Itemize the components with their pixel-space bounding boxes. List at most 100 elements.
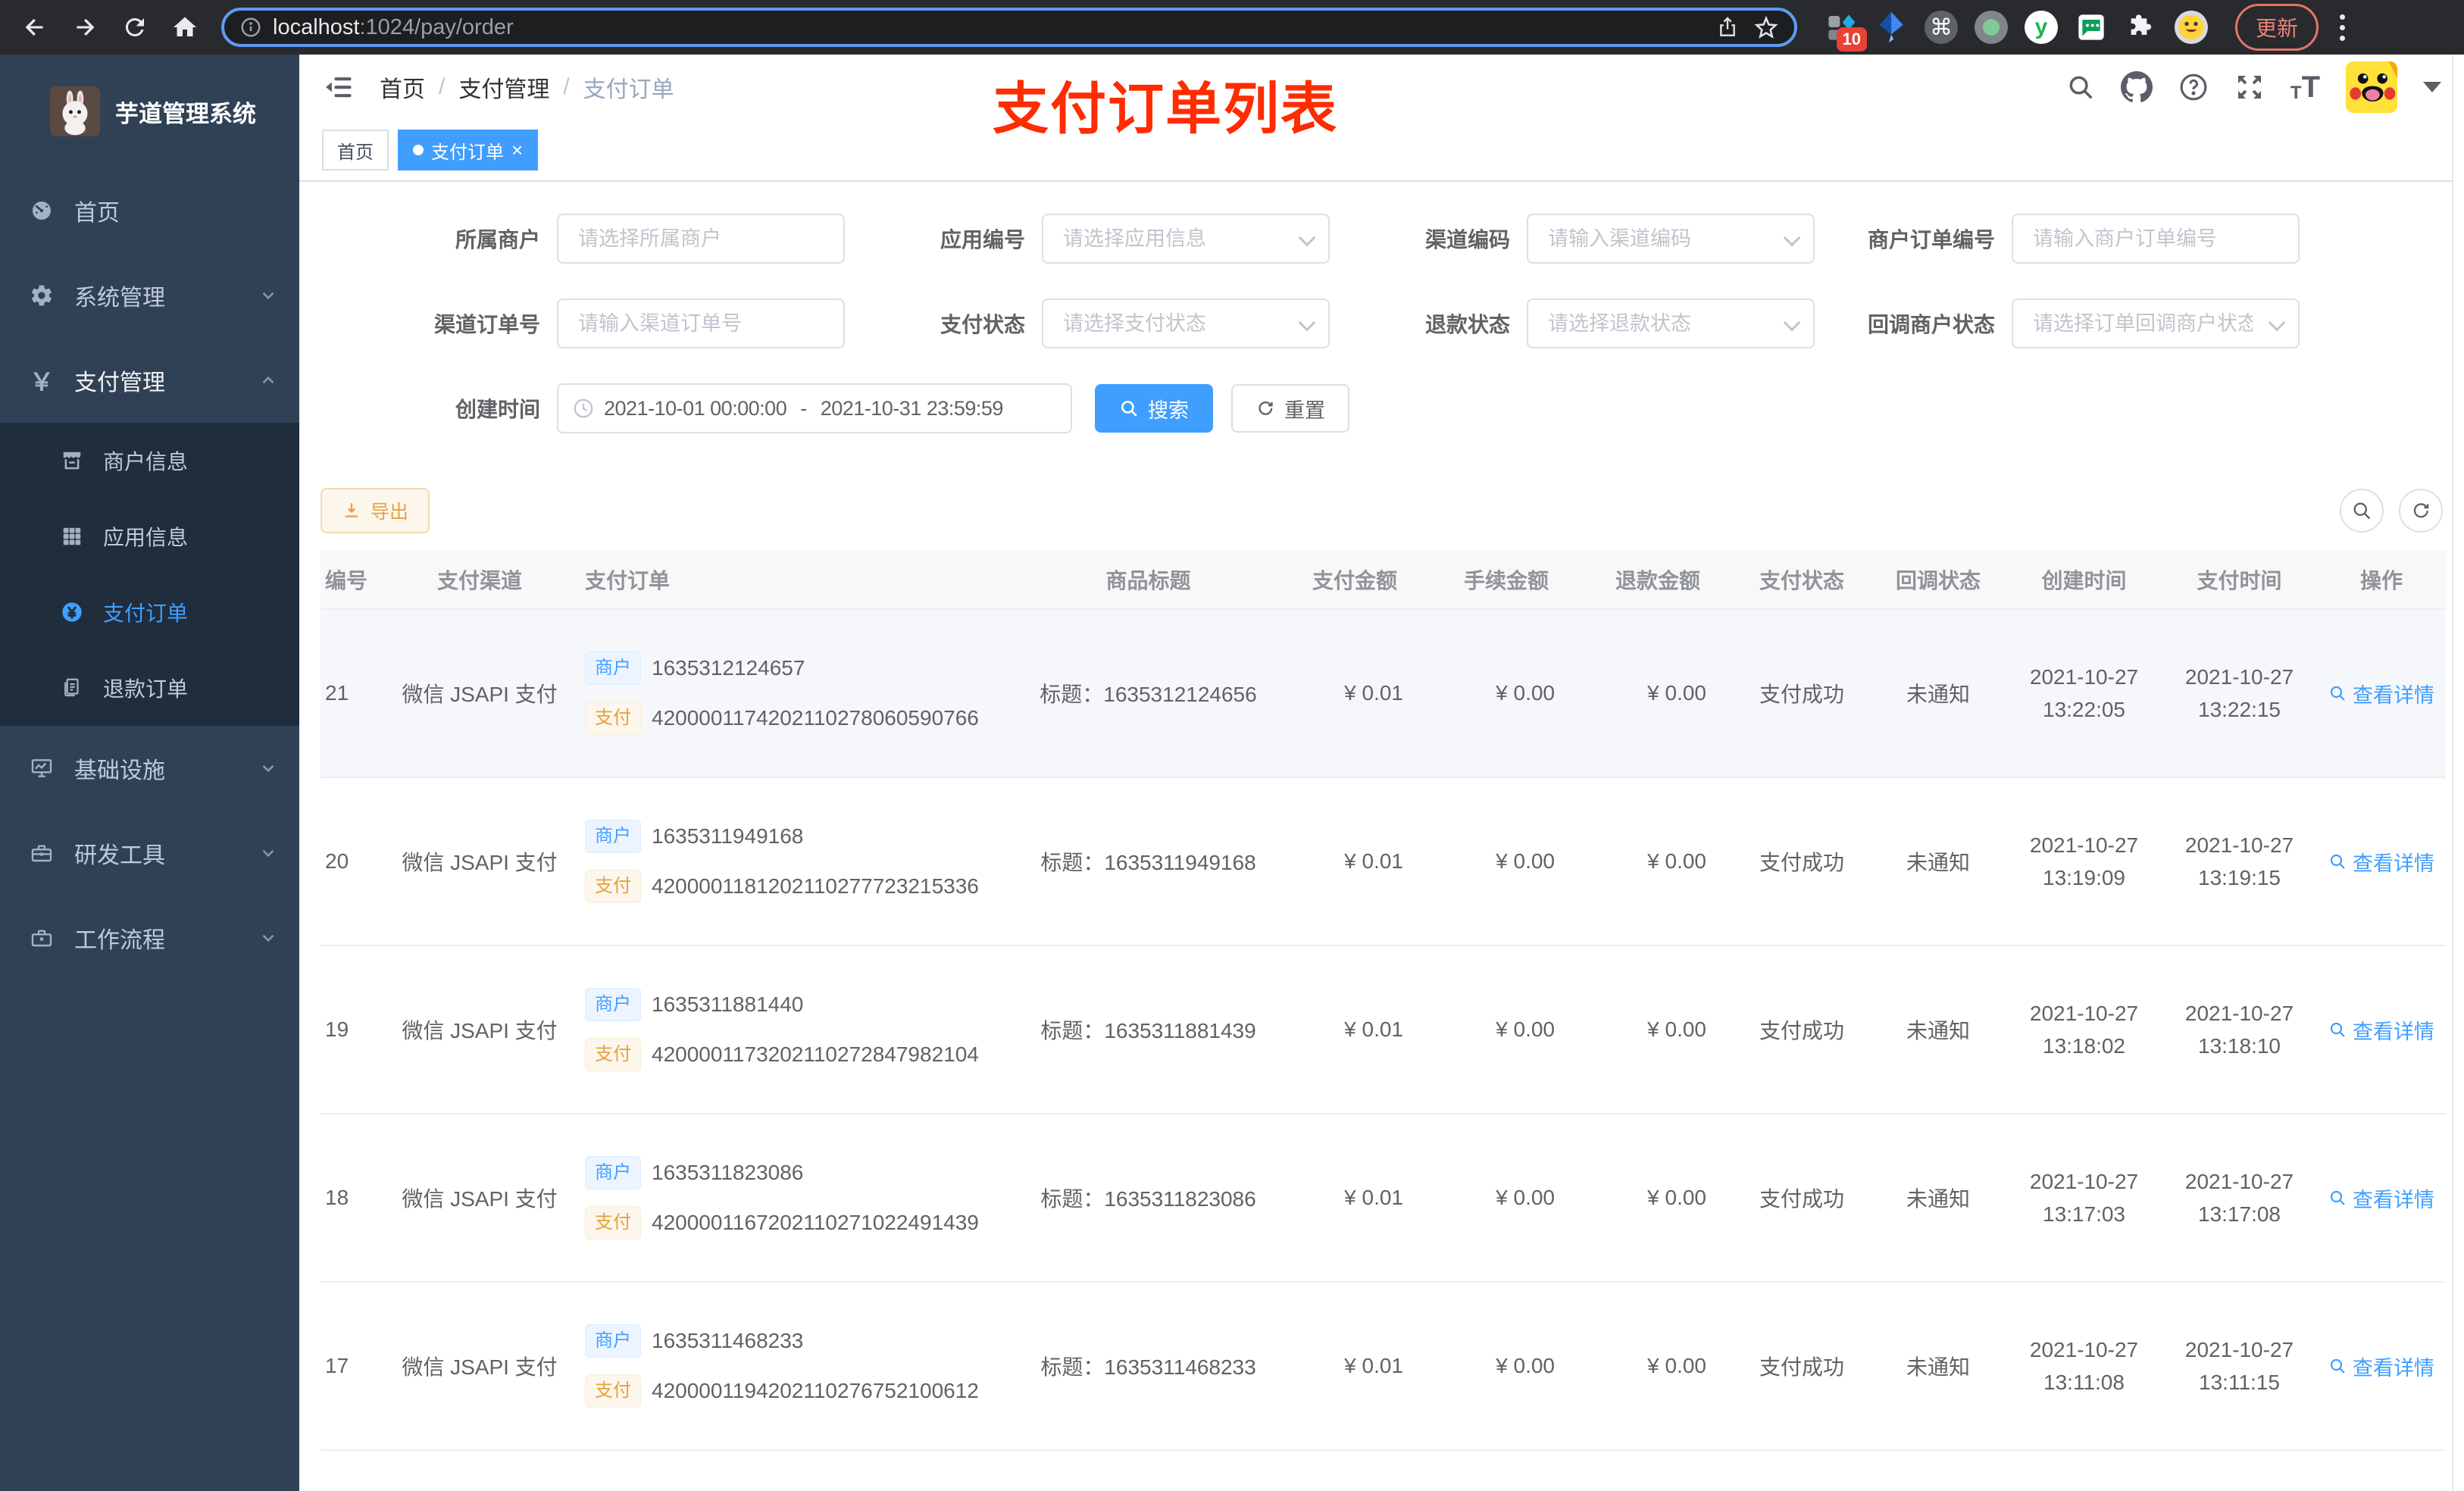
merchant-order-no: 1635311949168: [652, 824, 804, 848]
browser-back-icon[interactable]: [14, 6, 56, 48]
share-icon[interactable]: [1715, 15, 1740, 39]
avatar-caret-icon[interactable]: [2423, 82, 2441, 92]
bookmark-star-icon[interactable]: [1753, 14, 1779, 40]
help-icon[interactable]: [2178, 72, 2209, 102]
emoji-extension-icon[interactable]: [2175, 11, 2208, 44]
sidebar-item-label: 商户信息: [103, 450, 189, 474]
refund-status-select[interactable]: [1527, 299, 1815, 349]
merchant-order-no-input[interactable]: [2012, 214, 2300, 264]
yapi-extension-icon[interactable]: y: [2025, 11, 2058, 44]
sidebar-item-pay[interactable]: ￥ 支付管理: [0, 338, 299, 423]
close-tab-icon[interactable]: ×: [511, 140, 523, 160]
create-time: 2021-10-27 13:11:08: [2006, 1282, 2162, 1451]
sidebar-item-pay-order[interactable]: 支付订单: [0, 574, 299, 650]
fee-amount: ¥ 0.00: [1431, 946, 1582, 1114]
refund-amount: ¥ 0.00: [1582, 609, 1734, 778]
tab-manager-extension-icon[interactable]: 10: [1825, 11, 1867, 52]
command-extension-icon[interactable]: ⌘: [1925, 11, 1958, 44]
tab-home[interactable]: 首页: [322, 130, 389, 170]
font-size-icon[interactable]: TT: [2290, 72, 2320, 102]
col-header-amount: 支付金额: [1279, 550, 1431, 610]
sidebar-item-app-info[interactable]: 应用信息: [0, 499, 299, 574]
sidebar-item-label: 退款订单: [103, 677, 189, 701]
sidebar-item-refund-order[interactable]: 退款订单: [0, 650, 299, 726]
view-detail-link[interactable]: 查看详情: [2328, 1183, 2434, 1213]
user-avatar[interactable]: [2346, 61, 2397, 113]
merchant-input[interactable]: [557, 214, 845, 264]
search-icon[interactable]: [2066, 73, 2095, 102]
browser-home-icon[interactable]: [164, 6, 206, 48]
browser-update-button[interactable]: 更新: [2235, 4, 2319, 51]
order-table-body: 21 微信 JSAPI 支付 商户 1635312124657 支付 42000…: [321, 609, 2446, 1491]
puzzle-extensions-icon[interactable]: [2125, 11, 2158, 44]
view-detail-link[interactable]: 查看详情: [2328, 1352, 2434, 1381]
sidebar-item-system[interactable]: 系统管理: [0, 253, 299, 338]
order-id: 20: [321, 777, 385, 946]
sidebar-item-label: 系统管理: [74, 286, 165, 311]
sidebar: 芋道管理系统 首页 系统管理 ￥ 支付管理 商户信息 应用信息 支付订单 退款订…: [0, 55, 299, 1491]
search-button[interactable]: 搜索: [1095, 384, 1213, 433]
notify-status-select[interactable]: [2012, 299, 2300, 349]
create-time: [2006, 1450, 2162, 1491]
pay-order-cell: 商户 1635311823086 支付 42000011672021102710…: [574, 1114, 1018, 1283]
chat-extension-icon[interactable]: [2075, 11, 2108, 44]
browser-reload-icon[interactable]: [114, 6, 156, 48]
browser-forward-icon[interactable]: [64, 6, 106, 48]
collapse-sidebar-icon[interactable]: [322, 70, 355, 104]
channel-pay-no: 4200001174202110278060590766: [652, 706, 979, 730]
clock-icon: [574, 399, 593, 418]
pay-channel: 微信 JSAPI 支付: [385, 777, 574, 946]
toggle-search-button[interactable]: [2340, 489, 2384, 533]
view-detail-link[interactable]: 查看详情: [2328, 679, 2434, 708]
view-detail-link[interactable]: 查看详情: [2328, 847, 2434, 877]
merchant-tag: 商户: [585, 1156, 641, 1189]
dashboard-icon: [29, 198, 55, 223]
order-id: 21: [321, 609, 385, 778]
pay-tag: 支付: [585, 1374, 641, 1408]
pay-status: 支付成功: [1734, 777, 1870, 946]
create-time-range-picker[interactable]: 2021-10-01 00:00:00 - 2021-10-31 23:59:5…: [557, 383, 1072, 433]
pay-status: 支付成功: [1734, 609, 1870, 778]
pay-submenu: 商户信息 应用信息 支付订单 退款订单: [0, 423, 299, 726]
fullscreen-icon[interactable]: [2234, 72, 2265, 102]
sidebar-item-workflow[interactable]: 工作流程: [0, 896, 299, 980]
breadcrumb-home[interactable]: 首页: [380, 70, 425, 104]
filter-label: 所属商户: [455, 228, 540, 252]
magnifier-icon: [2330, 854, 2345, 869]
sidebar-item-devtools[interactable]: 研发工具: [0, 811, 299, 896]
refund-amount: ¥ 0.00: [1582, 946, 1734, 1114]
sidebar-item-infra[interactable]: 基础设施: [0, 726, 299, 811]
kite-extension-icon[interactable]: [1875, 11, 1908, 44]
view-detail-link[interactable]: 查看详情: [2328, 1015, 2434, 1045]
sidebar-item-merchant-info[interactable]: 商户信息: [0, 423, 299, 499]
sidebar-item-home[interactable]: 首页: [0, 168, 299, 253]
gear-icon: [29, 283, 55, 308]
fee-amount: ¥ 0.00: [1431, 1114, 1582, 1283]
table-row: 19 微信 JSAPI 支付 商户 1635311881440 支付 42000…: [321, 946, 2446, 1114]
address-bar[interactable]: localhost:1024/pay/order: [221, 8, 1797, 47]
actions-cell: 查看详情: [2317, 1282, 2446, 1451]
export-button[interactable]: 导出: [321, 488, 430, 533]
recorder-extension-icon[interactable]: [1975, 11, 2008, 44]
refresh-table-button[interactable]: [2399, 489, 2443, 533]
site-info-icon[interactable]: [239, 16, 262, 39]
browser-menu-icon[interactable]: [2340, 14, 2346, 41]
filter-label: 商户订单编号: [1867, 228, 1995, 252]
app-select[interactable]: [1042, 214, 1330, 264]
pay-tag: 支付: [585, 1038, 641, 1071]
reset-button[interactable]: 重置: [1231, 384, 1349, 433]
pay-status: [1734, 1450, 1870, 1491]
col-header-pay-status: 支付状态: [1734, 550, 1870, 610]
breadcrumb-pay[interactable]: 支付管理: [458, 70, 549, 104]
tab-pay-order[interactable]: 支付订单 ×: [398, 130, 539, 170]
create-time: 2021-10-27 13:19:09: [2006, 777, 2162, 946]
pay-tag: 支付: [585, 870, 641, 903]
pay-amount: ¥ 0.01: [1279, 609, 1431, 778]
github-icon[interactable]: [2120, 71, 2153, 103]
filter-form: 所属商户 应用编号 渠道编码 商户订单编号: [299, 182, 2464, 433]
channel-order-no-input[interactable]: [557, 299, 845, 349]
chevron-down-icon: [262, 849, 274, 858]
pay-status-select[interactable]: [1042, 299, 1330, 349]
page-scrollbar[interactable]: [2452, 55, 2464, 1491]
channel-code-select[interactable]: [1527, 214, 1815, 264]
